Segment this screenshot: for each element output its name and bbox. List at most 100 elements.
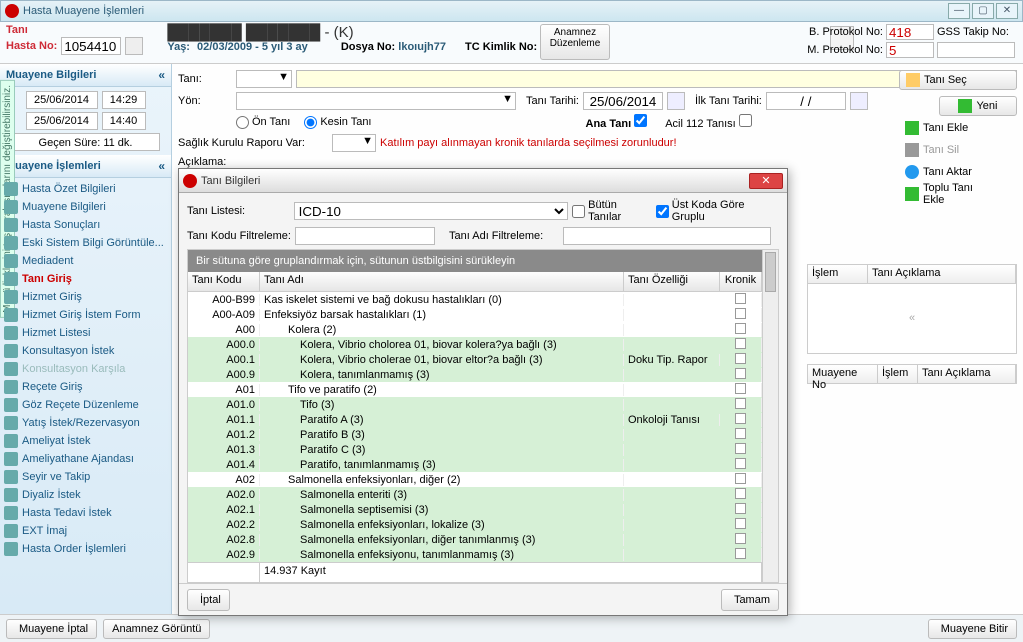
- tani-sil-button[interactable]: Tanı Sil: [899, 140, 1017, 160]
- modal-close-button[interactable]: ✕: [749, 173, 783, 189]
- window-title: Hasta Muayene İşlemleri: [23, 5, 144, 17]
- ust-kod-checkbox[interactable]: Üst Koda Göre Gruplu: [656, 199, 779, 223]
- grid-scrollbar[interactable]: [762, 250, 778, 582]
- butun-tanilar-checkbox[interactable]: Bütün Tanılar: [572, 199, 652, 223]
- grid-row[interactable]: A00.9Kolera, tanımlanmamış (3): [188, 367, 762, 382]
- modal-tamam-button[interactable]: Tamam: [721, 589, 779, 611]
- date2-input[interactable]: [26, 112, 98, 130]
- modal-iptal-button[interactable]: İptal: [187, 589, 230, 611]
- gss-takip-input[interactable]: [937, 42, 1015, 58]
- toplu-tani-ekle-button[interactable]: Toplu TanıEkle: [899, 184, 1017, 204]
- grid-row[interactable]: A02.8Salmonella enfeksiyonları, diğer ta…: [188, 532, 762, 547]
- ana-tani-checkbox[interactable]: [634, 114, 647, 127]
- date1-input[interactable]: [26, 91, 98, 109]
- muayene-bitir-button[interactable]: Muayene Bitir: [928, 619, 1017, 639]
- grid-row[interactable]: A00-A09Enfeksiyöz barsak hastalıkları (1…: [188, 307, 762, 322]
- sidebar-item[interactable]: Hasta Özet Bilgileri: [0, 180, 171, 198]
- b-protokol-input[interactable]: [886, 24, 934, 40]
- grid-row[interactable]: A02Salmonella enfeksiyonları, diğer (2): [188, 472, 762, 487]
- sidebar-item[interactable]: Hasta Tedavi İstek: [0, 504, 171, 522]
- grid-row[interactable]: A00.0Kolera, Vibrio cholorea 01, biovar …: [188, 337, 762, 352]
- sidebar-item[interactable]: Ameliyat İstek: [0, 432, 171, 450]
- maximize-button[interactable]: ▢: [972, 3, 994, 19]
- grid-row[interactable]: A01.3Paratifo C (3): [188, 442, 762, 457]
- kesin-tani-radio[interactable]: Kesin Tanı: [304, 116, 371, 129]
- tani-ekle-button[interactable]: Tanı Ekle: [899, 118, 1017, 138]
- tani-bilgileri-modal: Tanı Bilgileri ✕ Tanı Listesi: ICD-10 Bü…: [178, 168, 788, 616]
- grid-row[interactable]: A02.9Salmonella enfeksiyonu, tanımlanmam…: [188, 547, 762, 562]
- menu-icon: [4, 488, 18, 502]
- sidebar-item[interactable]: Hizmet Giriş: [0, 288, 171, 306]
- tan-tarih-label: Tanı Tarihi:: [526, 95, 579, 107]
- titlebar: Hasta Muayene İşlemleri — ▢ ✕: [0, 0, 1023, 22]
- sidebar-item[interactable]: Yatış İstek/Rezervasyon: [0, 414, 171, 432]
- sidebar-item[interactable]: Ameliyathane Ajandası: [0, 450, 171, 468]
- sidebar-item[interactable]: Mediadent: [0, 252, 171, 270]
- tan-tarih-input[interactable]: [583, 92, 663, 110]
- calendar-icon-2[interactable]: [850, 92, 868, 110]
- hasta-lookup-button[interactable]: [125, 37, 143, 55]
- list-body-1: «: [807, 284, 1017, 354]
- tani-sec-button[interactable]: Tanı Seç: [899, 70, 1017, 90]
- sidebar-item[interactable]: Muayene Bilgileri: [0, 198, 171, 216]
- gss-takip-label: GSS Takip No:: [937, 26, 1017, 38]
- kodu-filtre-input[interactable]: [295, 227, 435, 245]
- grid-row[interactable]: A01Tifo ve paratifo (2): [188, 382, 762, 397]
- yeni-button[interactable]: Yeni: [939, 96, 1017, 116]
- grid-row[interactable]: A02.2Salmonella enfeksiyonları, lokalize…: [188, 517, 762, 532]
- acil-checkbox[interactable]: [739, 114, 752, 127]
- grid-row[interactable]: A02.0Salmonella enteriti (3): [188, 487, 762, 502]
- time1-input[interactable]: [102, 91, 146, 109]
- sidebar-item[interactable]: Hasta Sonuçları: [0, 216, 171, 234]
- sidebar-item[interactable]: Konsultasyon İstek: [0, 342, 171, 360]
- grid-row[interactable]: A02.1Salmonella septisemisi (3): [188, 502, 762, 517]
- sidebar-item[interactable]: Göz Reçete Düzenleme: [0, 396, 171, 414]
- grid-row[interactable]: A01.1Paratifo A (3)Onkoloji Tanısı: [188, 412, 762, 427]
- sidebar-section-bilgiler[interactable]: Muayene Bilgileri«: [0, 64, 171, 87]
- grid-row[interactable]: A00.1Kolera, Vibrio cholerae 01, biovar …: [188, 352, 762, 367]
- sidebar-item[interactable]: Konsultasyon Karşıla: [0, 360, 171, 378]
- yon-select[interactable]: ▼: [236, 92, 516, 110]
- calendar-icon[interactable]: [667, 92, 685, 110]
- sidebar-item[interactable]: Hizmet Giriş İstem Form: [0, 306, 171, 324]
- menu-icon: [4, 344, 18, 358]
- grid-row[interactable]: A01.4Paratifo, tanımlanmamış (3): [188, 457, 762, 472]
- grid-row[interactable]: A01.2Paratifo B (3): [188, 427, 762, 442]
- close-button[interactable]: ✕: [996, 3, 1018, 19]
- sidebar-item[interactable]: Hasta Order İşlemleri: [0, 540, 171, 558]
- m-protokol-label: M. Protokol No:: [805, 44, 883, 56]
- sidebar-item[interactable]: EXT İmaj: [0, 522, 171, 540]
- time2-input[interactable]: [102, 112, 146, 130]
- list-header-2: Muayene No İşlem Tanı Açıklama: [807, 364, 1017, 384]
- skr-select[interactable]: ▼: [332, 134, 376, 152]
- bottom-bar: Muayene İptal Anamnez Görüntü Muayene Bi…: [0, 614, 1023, 642]
- hasta-no-input[interactable]: [61, 37, 121, 55]
- ana-tani-label: Ana Tanı: [586, 118, 632, 130]
- tani-aktar-button[interactable]: Tanı Aktar: [899, 162, 1017, 182]
- sidebar-item[interactable]: Tanı Giriş: [0, 270, 171, 288]
- grid-row[interactable]: A00-B99Kas iskelet sistemi ve bağ dokusu…: [188, 292, 762, 307]
- muayene-iptal-button[interactable]: Muayene İptal: [6, 619, 97, 639]
- m-protokol-input[interactable]: [886, 42, 934, 58]
- sidebar-item[interactable]: Eski Sistem Bilgi Görüntüle...: [0, 234, 171, 252]
- menu-icon: [4, 272, 18, 286]
- anamnez-goruntu-button[interactable]: Anamnez Görüntü: [103, 619, 210, 639]
- menu-icon: [4, 416, 18, 430]
- grid-footer-count: 14.937 Kayıt: [260, 563, 762, 582]
- minimize-button[interactable]: —: [948, 3, 970, 19]
- sidebar-item[interactable]: Hizmet Listesi: [0, 324, 171, 342]
- sidebar-item[interactable]: Seyir ve Takip: [0, 468, 171, 486]
- tani-select[interactable]: ▼: [236, 70, 292, 88]
- ad-filtre-input[interactable]: [563, 227, 771, 245]
- grid-row[interactable]: A00Kolera (2): [188, 322, 762, 337]
- sidebar-item[interactable]: Diyaliz İstek: [0, 486, 171, 504]
- grid-row[interactable]: A01.0Tifo (3): [188, 397, 762, 412]
- on-tani-radio[interactable]: Ön Tanı: [236, 116, 290, 129]
- sidebar-item[interactable]: Reçete Giriş: [0, 378, 171, 396]
- tani-listesi-select[interactable]: ICD-10: [294, 202, 568, 220]
- anamnez-button[interactable]: Anamnez Düzenleme: [540, 24, 610, 60]
- menu-icon: [4, 380, 18, 394]
- sidebar-section-islemler[interactable]: Muayene İşlemleri«: [0, 155, 171, 178]
- group-hint: Bir sütuna göre gruplandırmak için, sütu…: [188, 250, 762, 272]
- ilk-tan-input[interactable]: [766, 92, 846, 110]
